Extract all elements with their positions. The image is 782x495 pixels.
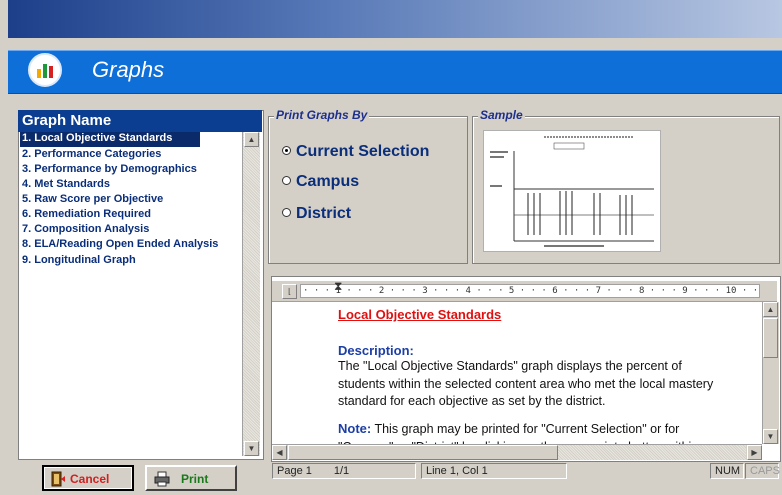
- scroll-down-icon[interactable]: ▼: [244, 441, 259, 456]
- ruler-scale: · · · 1 · · · 2 · · · 3 · · · 4 · · · 5 …: [300, 284, 760, 298]
- scroll-track[interactable]: [558, 445, 746, 460]
- radio-current-selection[interactable]: Current Selection: [282, 143, 429, 161]
- radio-checked-icon: [282, 146, 291, 155]
- note-line: Note: This graph may be printed for "Cur…: [338, 421, 680, 436]
- scroll-left-icon[interactable]: ◀: [272, 445, 287, 460]
- radio-district[interactable]: District: [282, 205, 351, 223]
- sample-graph-thumbnail: [483, 130, 661, 252]
- scroll-thumb[interactable]: [288, 445, 558, 460]
- editor-horizontal-scrollbar[interactable]: ◀ ▶: [272, 444, 762, 460]
- scroll-thumb[interactable]: [763, 318, 778, 358]
- note-heading: Note:: [338, 421, 372, 436]
- graph-list-item[interactable]: 8. ELA/Reading Open Ended Analysis: [22, 238, 218, 253]
- cancel-door-icon: [51, 471, 65, 487]
- cancel-button[interactable]: Cancel: [42, 465, 134, 491]
- graph-list-title: Graph Name: [18, 110, 262, 132]
- status-caps: CAPS: [745, 463, 780, 479]
- scroll-up-icon[interactable]: ▲: [763, 302, 778, 317]
- window-titlebar: [8, 0, 782, 38]
- indent-marker-icon[interactable]: ⧗: [334, 279, 342, 294]
- sample-label: Sample: [478, 108, 525, 122]
- graph-list-item[interactable]: 5. Raw Score per Objective: [22, 193, 163, 208]
- graph-list-item[interactable]: 4. Met Standards: [22, 178, 110, 193]
- radio-unchecked-icon: [282, 208, 291, 217]
- description-line: students within the selected content are…: [338, 377, 714, 391]
- graph-list-scrollbar[interactable]: ▲ ▼: [242, 132, 260, 456]
- description-line: standard for each objective as set by th…: [338, 394, 606, 408]
- radio-unchecked-icon: [282, 176, 291, 185]
- graph-list-item[interactable]: 7. Composition Analysis: [22, 223, 149, 238]
- description-line: The "Local Objective Standards" graph di…: [338, 359, 682, 373]
- graph-list-item[interactable]: 9. Longitudinal Graph: [22, 254, 136, 269]
- status-position: Line 1, Col 1: [421, 463, 567, 479]
- tab-stop-icon[interactable]: ⌊: [282, 284, 297, 299]
- graph-list-item[interactable]: 2. Performance Categories: [22, 148, 161, 163]
- printer-icon: [154, 471, 170, 487]
- graph-list-item[interactable]: 1. Local Objective Standards: [20, 132, 200, 147]
- scroll-down-icon[interactable]: ▼: [763, 429, 778, 444]
- scroll-right-icon[interactable]: ▶: [747, 445, 762, 460]
- radio-campus[interactable]: Campus: [282, 173, 359, 191]
- scroll-up-icon[interactable]: ▲: [244, 132, 259, 147]
- print-graphs-by-label: Print Graphs By: [274, 108, 370, 122]
- graphs-logo-icon: [28, 53, 62, 87]
- page-title: Graphs: [92, 57, 165, 82]
- editor-vertical-scrollbar[interactable]: ▲ ▼: [762, 302, 779, 444]
- status-page: Page 1 1/1: [272, 463, 416, 479]
- graph-list-item[interactable]: 6. Remediation Required: [22, 208, 151, 223]
- graph-list-item[interactable]: 3. Performance by Demographics: [22, 163, 197, 178]
- description-heading: Description:: [338, 343, 414, 358]
- status-num: NUM: [710, 463, 744, 479]
- document-title: Local Objective Standards: [338, 307, 502, 322]
- print-button[interactable]: Print: [145, 465, 237, 491]
